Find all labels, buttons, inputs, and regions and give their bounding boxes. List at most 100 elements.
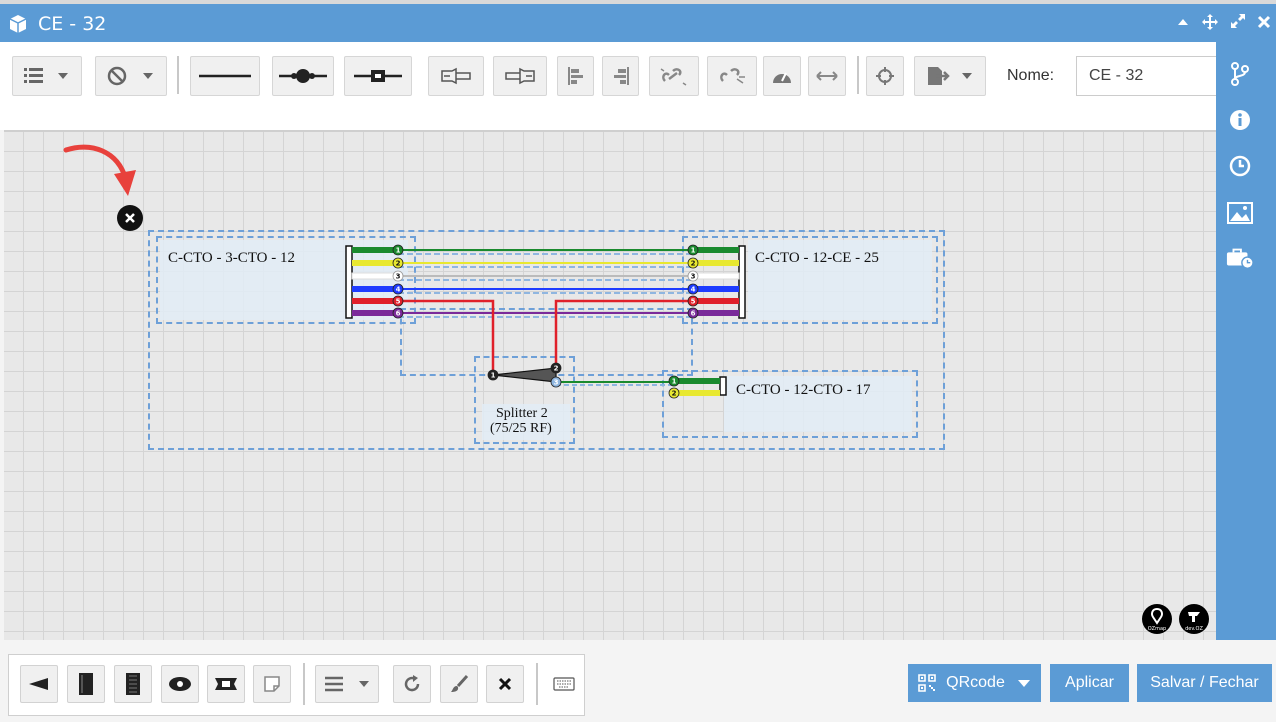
fiber-diagram: 1 1 2 2 3 3 4 4 5 5 6 6 1 2 1 2 3 xyxy=(345,244,746,399)
connector-tool-button[interactable] xyxy=(207,665,245,703)
gauge-icon xyxy=(773,72,791,83)
list-icon xyxy=(24,68,68,83)
unlink-icon xyxy=(720,68,745,84)
lines-icon xyxy=(325,676,369,692)
align-reverse-icon xyxy=(613,67,629,85)
close-window-icon[interactable] xyxy=(1254,13,1274,33)
branch-icon[interactable] xyxy=(1226,60,1254,88)
name-input[interactable] xyxy=(1076,56,1216,96)
collapse-icon[interactable] xyxy=(1173,13,1193,33)
qrcode-icon xyxy=(918,674,936,692)
align-left-button[interactable] xyxy=(557,56,594,96)
info-icon[interactable] xyxy=(1226,106,1254,134)
ozmap-logo: OZmap xyxy=(1142,604,1172,634)
devoz-logo: dev.OZ xyxy=(1179,604,1209,634)
chevron-down-icon xyxy=(1017,680,1030,687)
port-right-label: 1 xyxy=(691,247,696,255)
apply-button[interactable]: Aplicar xyxy=(1050,664,1129,702)
unlink-button[interactable] xyxy=(707,56,757,96)
cable-end-small xyxy=(719,376,727,396)
splice-box-icon xyxy=(169,677,191,691)
connector-box-icon xyxy=(215,678,237,690)
fiber-right xyxy=(693,286,739,292)
box-tool-button[interactable] xyxy=(67,665,105,703)
bottom-tools-panel xyxy=(8,654,585,716)
toolbar-separator xyxy=(177,56,179,94)
bottom-separator xyxy=(536,663,538,705)
note-icon xyxy=(264,676,280,692)
plug-in-button[interactable] xyxy=(428,56,484,96)
right-sidebar xyxy=(1216,42,1276,640)
port-right-label: 2 xyxy=(691,260,696,268)
cube-icon xyxy=(9,15,27,33)
link-button[interactable] xyxy=(649,56,699,96)
line-icon xyxy=(199,74,251,78)
fiber-left xyxy=(352,286,398,292)
splice-icon xyxy=(279,69,327,83)
fiber-right xyxy=(692,272,740,280)
port-right-label: 3 xyxy=(691,273,696,281)
refresh-button[interactable] xyxy=(393,665,431,703)
fiber-small-2 xyxy=(674,390,720,396)
paint-button[interactable] xyxy=(440,665,478,703)
port-right-label: 6 xyxy=(691,310,696,318)
align-right-button[interactable] xyxy=(602,56,639,96)
align-menu-button[interactable] xyxy=(315,665,379,703)
toolbar-separator xyxy=(857,56,859,94)
fiber-right xyxy=(693,310,739,316)
crosshairs-icon xyxy=(876,67,894,85)
list-menu-button[interactable] xyxy=(12,56,82,96)
toolbar: Nome: ◀ ▶ xyxy=(0,42,1216,168)
fiber-left xyxy=(352,298,398,304)
keyboard-icon xyxy=(553,677,575,691)
splice-tool-button[interactable] xyxy=(161,665,199,703)
window-title: CE - 32 xyxy=(38,13,107,35)
dashboard-button[interactable] xyxy=(763,56,801,96)
port-left-label: 4 xyxy=(396,286,401,294)
save-close-button[interactable]: Salvar / Fechar xyxy=(1137,664,1272,702)
port-left-label: 1 xyxy=(396,247,401,255)
cable-end-left xyxy=(345,245,353,319)
link-icon xyxy=(660,68,687,86)
connector-button[interactable] xyxy=(344,56,412,96)
keyboard-button[interactable] xyxy=(545,665,583,703)
port-left-label: 2 xyxy=(396,260,401,268)
align-icon xyxy=(567,67,583,85)
fiber-left xyxy=(352,310,398,316)
qrcode-button[interactable]: QRcode xyxy=(908,664,1041,702)
history-icon[interactable] xyxy=(1226,152,1254,180)
note-tool-button[interactable] xyxy=(253,665,291,703)
fiber-left xyxy=(352,260,398,266)
fiber-left xyxy=(351,272,399,280)
delete-button[interactable] xyxy=(486,665,524,703)
block-menu-button[interactable] xyxy=(95,56,167,96)
port-small-label: 1 xyxy=(672,378,677,386)
cable-line-button[interactable] xyxy=(190,56,260,96)
connector-icon xyxy=(354,70,402,82)
expand-icon[interactable] xyxy=(1228,13,1248,33)
qrcode-label: QRcode xyxy=(946,674,1005,691)
dio-tool-button[interactable] xyxy=(114,665,152,703)
splitter-icon xyxy=(29,678,48,690)
fiber-right xyxy=(693,247,739,253)
plug-out-button[interactable] xyxy=(493,56,547,96)
apply-label: Aplicar xyxy=(1065,674,1114,691)
port-splitter-label: 2 xyxy=(554,365,559,373)
port-splitter-label: 3 xyxy=(554,379,559,387)
image-icon[interactable] xyxy=(1226,199,1254,227)
splice-button[interactable] xyxy=(272,56,334,96)
center-view-button[interactable] xyxy=(866,56,904,96)
move-icon[interactable] xyxy=(1200,13,1220,33)
resize-horizontal-button[interactable] xyxy=(808,56,846,96)
port-left-label: 6 xyxy=(396,310,401,318)
port-small-label: 2 xyxy=(672,390,677,398)
refresh-icon xyxy=(404,675,420,692)
brush-icon xyxy=(451,674,469,692)
export-menu-button[interactable] xyxy=(914,56,986,96)
port-right-label: 5 xyxy=(691,298,696,306)
diagram-canvas[interactable]: C-CTO - 3-CTO - 12 C-CTO - 12-CE - 25 C-… xyxy=(4,130,1216,640)
x-icon xyxy=(498,677,512,691)
port-left-label: 5 xyxy=(396,298,401,306)
toolbox-clock-icon[interactable] xyxy=(1226,244,1254,272)
splitter-tool-button[interactable] xyxy=(20,665,58,703)
